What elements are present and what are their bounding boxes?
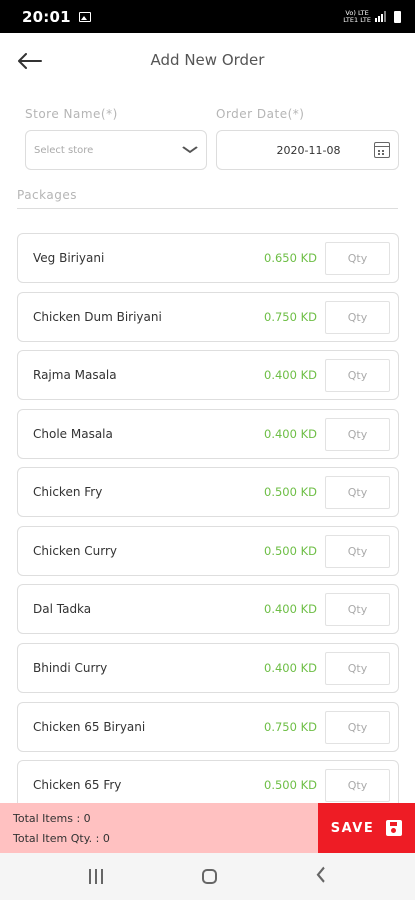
packages-divider [17, 208, 398, 209]
qty-input[interactable] [325, 651, 390, 685]
store-select-placeholder: Select store [34, 144, 94, 156]
total-items: Total Items : 0 [13, 812, 91, 825]
package-name: Chole Masala [33, 427, 113, 441]
save-button-label: SAVE [330, 820, 375, 836]
package-price: 0.400 KD [264, 427, 317, 441]
qty-input[interactable] [325, 475, 390, 509]
package-list[interactable]: Veg Biriyani 0.650 KD Chicken Dum Biriya… [17, 233, 399, 803]
page-title: Add New Order [150, 51, 265, 69]
store-name-label: Store Name(*) [25, 107, 118, 121]
order-totals: Total Items : 0 Total Item Qty. : 0 [0, 803, 318, 853]
package-price: 0.500 KD [264, 778, 317, 792]
package-name: Chicken 65 Biryani [33, 720, 146, 734]
package-card: Dal Tadka 0.400 KD [17, 584, 399, 634]
package-name: Dal Tadka [33, 602, 92, 616]
system-nav-bar [0, 853, 415, 900]
chevron-down-icon [182, 142, 199, 158]
order-footer: Total Items : 0 Total Item Qty. : 0 SAVE [0, 803, 415, 853]
package-name: Bhindi Curry [33, 661, 108, 675]
network-type: Vo) LTE LTE1 LTE [343, 9, 371, 24]
package-card: Rajma Masala 0.400 KD [17, 350, 399, 400]
package-name: Rajma Masala [33, 368, 117, 382]
package-card: Chicken Curry 0.500 KD [17, 526, 399, 576]
packages-heading: Packages [17, 188, 77, 202]
package-price: 0.400 KD [264, 368, 317, 382]
total-item-qty: Total Item Qty. : 0 [13, 832, 110, 845]
package-card: Chicken Dum Biriyani 0.750 KD [17, 292, 399, 342]
save-button[interactable]: SAVE [318, 803, 415, 853]
signal-icon [375, 11, 386, 22]
gallery-notification-icon [78, 11, 91, 22]
status-time: 20:01 [22, 7, 71, 26]
app-bar: Add New Order [0, 33, 415, 89]
package-name: Chicken Dum Biriyani [33, 310, 162, 324]
store-select[interactable]: Select store [25, 130, 207, 170]
package-price: 0.650 KD [264, 251, 317, 265]
package-price: 0.400 KD [264, 602, 317, 616]
network-type-bottom: LTE1 LTE [343, 15, 371, 24]
package-card: Chole Masala 0.400 KD [17, 409, 399, 459]
order-date-field[interactable]: 2020-11-08 [216, 130, 399, 170]
package-name: Veg Biriyani [33, 251, 105, 265]
qty-input[interactable] [325, 417, 390, 451]
package-price: 0.500 KD [264, 485, 317, 499]
status-bar: 20:01 Vo) LTE LTE1 LTE [0, 0, 415, 33]
package-name: Chicken Curry [33, 544, 117, 558]
package-card: Bhindi Curry 0.400 KD [17, 643, 399, 693]
calendar-icon[interactable] [374, 142, 390, 158]
package-price: 0.500 KD [264, 544, 317, 558]
package-name: Chicken Fry [33, 485, 103, 499]
package-card: Chicken 65 Biryani 0.750 KD [17, 702, 399, 752]
package-card: Veg Biriyani 0.650 KD [17, 233, 399, 283]
floppy-disk-icon [386, 820, 403, 836]
package-card: Chicken Fry 0.500 KD [17, 467, 399, 517]
qty-input[interactable] [325, 241, 390, 275]
status-indicators: Vo) LTE LTE1 LTE [343, 9, 401, 24]
qty-input[interactable] [325, 768, 390, 802]
qty-input[interactable] [325, 534, 390, 568]
recent-apps-icon[interactable] [89, 869, 104, 884]
home-icon[interactable] [201, 869, 217, 884]
qty-input[interactable] [325, 592, 390, 626]
nav-back-icon[interactable] [316, 862, 326, 892]
package-card: Chicken 65 Fry 0.500 KD [17, 760, 399, 803]
order-date-value: 2020-11-08 [276, 143, 341, 157]
package-name: Chicken 65 Fry [33, 778, 122, 792]
qty-input[interactable] [325, 358, 390, 392]
package-price: 0.400 KD [264, 661, 317, 675]
order-date-label: Order Date(*) [216, 107, 305, 121]
package-price: 0.750 KD [264, 310, 317, 324]
battery-icon [394, 10, 401, 23]
qty-input[interactable] [325, 300, 390, 334]
qty-input[interactable] [325, 710, 390, 744]
package-price: 0.750 KD [264, 720, 317, 734]
